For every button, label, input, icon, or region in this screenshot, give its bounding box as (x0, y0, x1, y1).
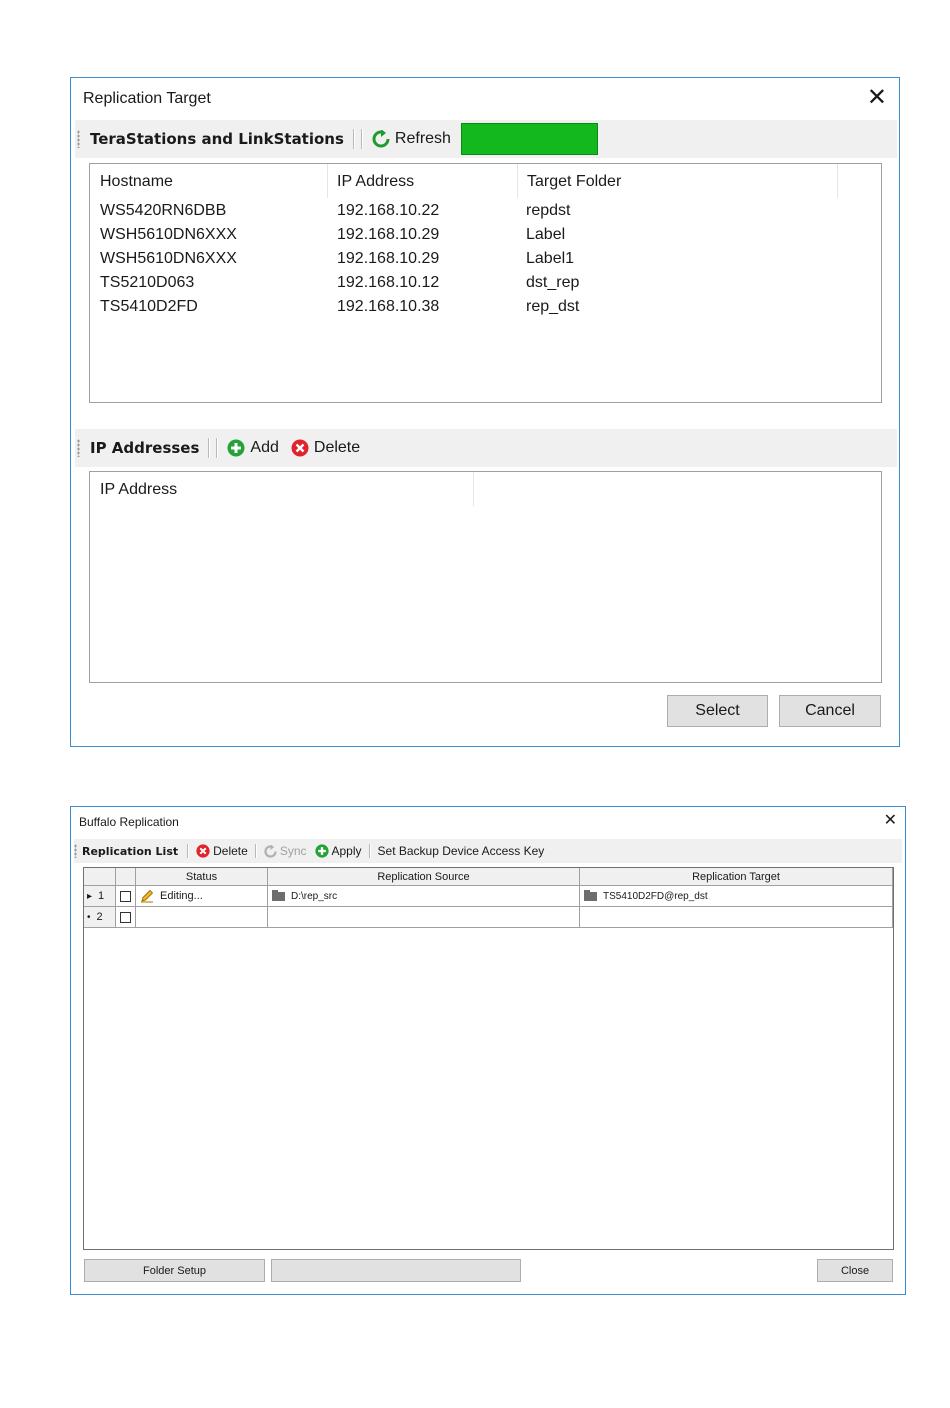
list-item[interactable]: TS5410D2FD 192.168.10.38 rep_dst (90, 296, 881, 320)
row-header[interactable]: • 2 (84, 907, 116, 928)
list-item[interactable]: WS5420RN6DBB 192.168.10.22 repdst (90, 200, 881, 224)
folder-cell: Label1 (526, 250, 575, 267)
folder-icon (584, 889, 597, 901)
window-title: Buffalo Replication (79, 815, 179, 829)
apply-icon (314, 844, 329, 858)
folder-cell: dst_rep (526, 274, 580, 291)
add-icon (227, 439, 245, 457)
close-button[interactable]: Close (817, 1259, 893, 1282)
folder-cell: repdst (526, 202, 571, 219)
column-header-hostname[interactable]: Hostname (100, 164, 173, 200)
folder-cell: rep_dst (526, 298, 580, 315)
buffalo-replication-window: Buffalo Replication ✕ Replication List D… (70, 806, 906, 1295)
ip-cell: 192.168.10.29 (337, 250, 440, 267)
ip-cell: 192.168.10.22 (337, 202, 440, 219)
hostname-cell: TS5210D063 (100, 274, 195, 291)
row-checkbox-cell (116, 886, 136, 907)
toolbar-separator (368, 844, 371, 858)
toolbar-grip[interactable] (77, 439, 80, 457)
delete-label: Delete (313, 439, 361, 456)
sync-label: Sync (279, 844, 307, 858)
toolbar-separator (216, 438, 219, 458)
hostname-cell: TS5410D2FD (100, 298, 198, 315)
add-button[interactable]: Add (221, 439, 284, 457)
target-cell[interactable] (580, 907, 893, 928)
progress-indicator (460, 123, 598, 155)
replication-list-label: Replication List (82, 844, 179, 858)
devices-toolbar-label: TeraStations and LinkStations (90, 130, 344, 148)
delete-button[interactable]: Delete (285, 439, 366, 457)
grid-checkbox-header (116, 868, 136, 886)
toolbar-separator (187, 844, 190, 858)
hostname-cell: WSH5610DN6XXX (100, 250, 237, 267)
column-header-ip-address[interactable]: IP Address (100, 472, 177, 508)
grid-corner-header (84, 868, 116, 886)
refresh-icon (372, 130, 390, 148)
column-header-replication-target[interactable]: Replication Target (580, 868, 893, 886)
ip-addresses-toolbar: IP Addresses Add Delete (75, 429, 897, 467)
folder-setup-button[interactable]: Folder Setup (84, 1259, 265, 1282)
device-list[interactable]: Hostname IP Address Target Folder WS5420… (89, 163, 882, 403)
set-access-key-label: Set Backup Device Access Key (377, 844, 545, 858)
ip-cell: 192.168.10.29 (337, 226, 440, 243)
devices-toolbar: TeraStations and LinkStations Refresh (75, 120, 897, 158)
toolbar-separator (208, 438, 211, 458)
list-item[interactable]: WSH5610DN6XXX 192.168.10.29 Label1 (90, 248, 881, 272)
toolbar-separator (360, 129, 363, 149)
row-checkbox[interactable] (120, 890, 131, 902)
list-item[interactable]: TS5210D063 192.168.10.12 dst_rep (90, 272, 881, 296)
row-checkbox[interactable] (120, 911, 131, 923)
sync-button[interactable]: Sync (260, 844, 311, 858)
column-header-ip-address[interactable]: IP Address (337, 164, 414, 200)
folder-icon (272, 889, 285, 901)
hostname-cell: WSH5610DN6XXX (100, 226, 237, 243)
close-icon[interactable]: ✕ (867, 86, 887, 110)
set-access-key-button[interactable]: Set Backup Device Access Key (374, 844, 549, 858)
delete-icon (291, 439, 309, 457)
row-checkbox-cell (116, 907, 136, 928)
ip-address-list[interactable]: IP Address (89, 471, 882, 683)
ip-cell: 192.168.10.12 (337, 274, 440, 291)
cancel-button[interactable]: Cancel (779, 695, 881, 727)
ip-addresses-toolbar-label: IP Addresses (90, 439, 200, 457)
window-title: Replication Target (83, 90, 211, 107)
blank-button[interactable] (271, 1259, 521, 1282)
close-icon[interactable]: ✕ (884, 813, 897, 829)
refresh-label: Refresh (394, 130, 451, 147)
toolbar-separator (254, 844, 257, 858)
hostname-cell: WS5420RN6DBB (100, 202, 227, 219)
replication-toolbar: Replication List Delete Sync Apply Set B… (74, 839, 902, 863)
replication-grid[interactable]: Status Replication Source Replication Ta… (83, 867, 894, 1250)
row-header[interactable]: ▸ 1 (84, 886, 116, 907)
refresh-button[interactable]: Refresh (366, 130, 457, 148)
source-cell[interactable] (268, 907, 580, 928)
column-header-target-folder[interactable]: Target Folder (527, 164, 621, 200)
target-cell[interactable]: TS5410D2FD@rep_dst (580, 886, 893, 907)
apply-button[interactable]: Apply (311, 844, 366, 858)
column-header-replication-source[interactable]: Replication Source (268, 868, 580, 886)
pencil-icon (141, 889, 154, 903)
status-cell[interactable] (136, 907, 268, 928)
source-cell[interactable]: D:\rep_src (268, 886, 580, 907)
ip-cell: 192.168.10.38 (337, 298, 440, 315)
folder-cell: Label (526, 226, 566, 243)
toolbar-separator (352, 129, 355, 149)
delete-icon (196, 844, 210, 858)
column-header-status[interactable]: Status (136, 868, 268, 886)
toolbar-grip[interactable] (74, 844, 77, 858)
replication-target-window: Replication Target ✕ TeraStations and Li… (70, 77, 900, 747)
delete-button[interactable]: Delete (192, 844, 252, 858)
sync-icon (264, 844, 277, 858)
toolbar-grip[interactable] (77, 130, 80, 148)
select-button[interactable]: Select (667, 695, 768, 727)
status-cell[interactable]: Editing... (136, 886, 268, 907)
add-label: Add (250, 439, 279, 456)
apply-label: Apply (331, 844, 362, 858)
list-item[interactable]: WSH5610DN6XXX 192.168.10.29 Label (90, 224, 881, 248)
delete-label: Delete (213, 844, 248, 858)
